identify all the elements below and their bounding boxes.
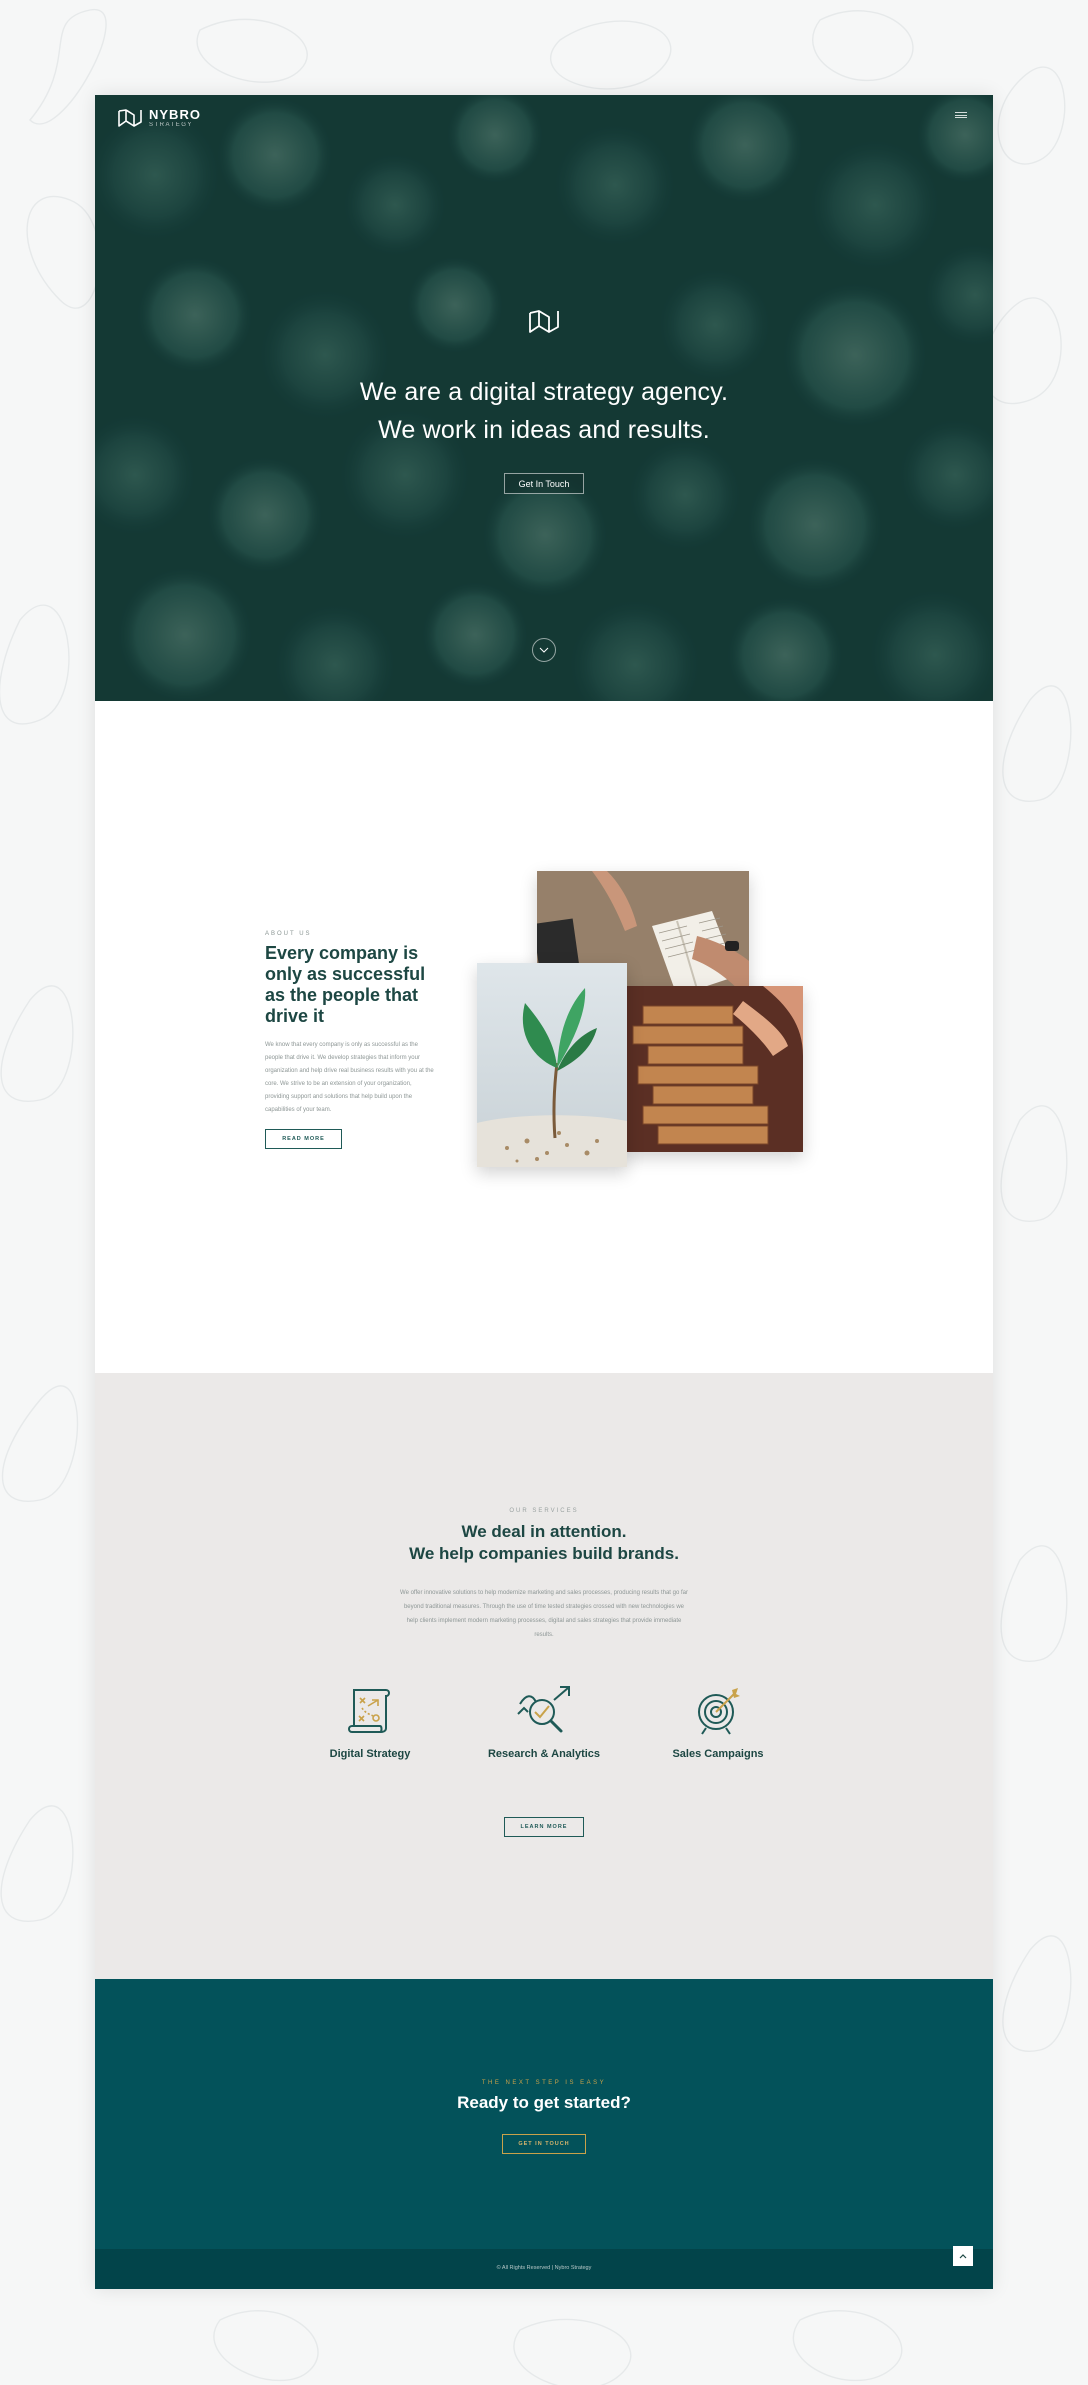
service-label-research-analytics: Research & Analytics: [487, 1748, 601, 1760]
cta-eyebrow: THE NEXT STEP IS EASY: [481, 2080, 607, 2086]
strategy-map-icon: [348, 1689, 390, 1733]
services-eyebrow: OUR SERVICES: [509, 1508, 579, 1514]
service-label-digital-strategy: Digital Strategy: [329, 1748, 411, 1760]
hero-headline-line2: We work in ideas and results.: [378, 416, 710, 444]
copyright-text: © All Rights Reserved | Nybro Strategy: [496, 2265, 592, 2271]
hero-headline: We are a digital strategy agency. We wor…: [95, 373, 993, 449]
service-label-sales-campaigns: Sales Campaigns: [672, 1748, 764, 1760]
hero-headline-line1: We are a digital strategy agency.: [359, 378, 729, 406]
get-in-touch-cta-button[interactable]: GET IN TOUCH: [502, 2134, 586, 2154]
hamburger-menu-icon[interactable]: [955, 112, 967, 118]
plant-sprout-photo: [477, 963, 627, 1167]
service-research-analytics[interactable]: Research & Analytics: [464, 1684, 624, 1760]
chevron-up-icon: [959, 2253, 967, 2258]
get-in-touch-button[interactable]: Get In Touch: [504, 473, 584, 494]
service-sales-campaigns[interactable]: Sales Campaigns: [638, 1684, 798, 1760]
research-analytics-icon: [517, 1686, 570, 1733]
footer: © All Rights Reserved | Nybro Strategy: [95, 2246, 993, 2289]
target-icon: [698, 1688, 740, 1735]
website-page: NYBRO STRATEGY We are a digital strategy…: [95, 95, 993, 2289]
brand-logo[interactable]: NYBRO STRATEGY: [117, 107, 201, 129]
back-to-top-button[interactable]: [953, 2246, 973, 2266]
about-heading: Every company is only as successful as t…: [265, 943, 426, 1026]
learn-more-button[interactable]: LEARN MORE: [504, 1817, 584, 1837]
hero-logo-icon: [529, 310, 559, 333]
nybro-logo-icon: [118, 109, 142, 127]
scroll-down-button[interactable]: [532, 638, 556, 662]
services-heading: We deal in attention. We help companies …: [95, 1521, 993, 1565]
wooden-blocks-photo: [623, 986, 803, 1152]
cta-section: THE NEXT STEP IS EASY Ready to get start…: [95, 1979, 993, 2249]
services-heading-line2: We help companies build brands.: [409, 1544, 679, 1563]
about-section: ABOUT US Every company is only as succes…: [95, 701, 993, 1373]
cta-heading: Ready to get started?: [457, 2093, 631, 2112]
service-digital-strategy[interactable]: Digital Strategy: [290, 1684, 450, 1760]
chevron-down-icon: [539, 647, 549, 653]
hero-section: NYBRO STRATEGY We are a digital strategy…: [95, 95, 993, 701]
about-body: We know that every company is only as su…: [265, 1042, 434, 1113]
read-more-button[interactable]: READ MORE: [265, 1129, 342, 1149]
brand-tagline: STRATEGY: [149, 122, 193, 128]
services-heading-line1: We deal in attention.: [461, 1522, 627, 1541]
brand-name: NYBRO: [149, 107, 201, 122]
about-eyebrow: ABOUT US: [265, 931, 312, 937]
services-section: OUR SERVICES We deal in attention. We he…: [95, 1373, 993, 1979]
services-body: We offer innovative solutions to help mo…: [400, 1590, 688, 1638]
